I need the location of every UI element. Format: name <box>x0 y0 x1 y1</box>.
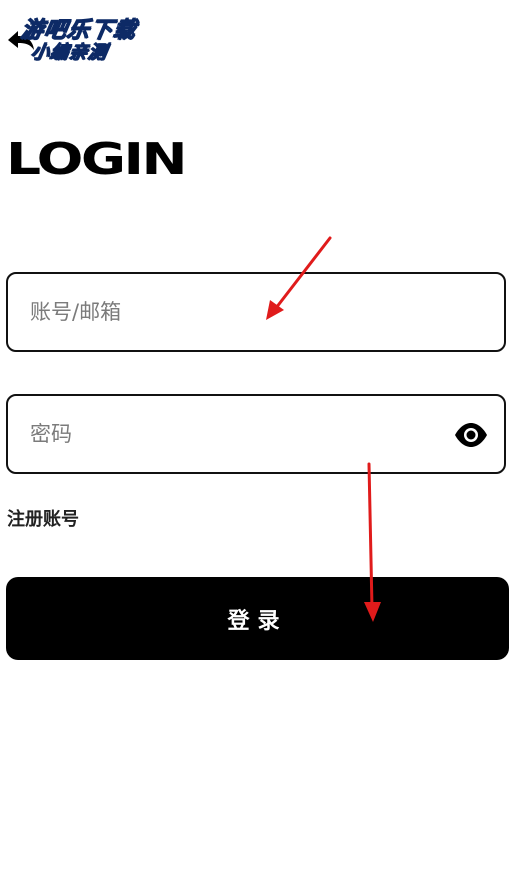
login-logo: LOGIN <box>6 134 187 185</box>
account-field[interactable] <box>6 272 506 352</box>
watermark-logo: 游吧乐下载 小编亲测 <box>15 8 155 64</box>
login-button[interactable]: 登录 <box>6 577 509 660</box>
eye-icon[interactable] <box>454 422 488 448</box>
password-input[interactable] <box>30 396 430 472</box>
watermark-line-2: 小编亲测 <box>29 42 110 64</box>
account-input[interactable] <box>30 274 430 350</box>
password-field[interactable] <box>6 394 506 474</box>
register-link[interactable]: 注册账号 <box>7 505 79 531</box>
